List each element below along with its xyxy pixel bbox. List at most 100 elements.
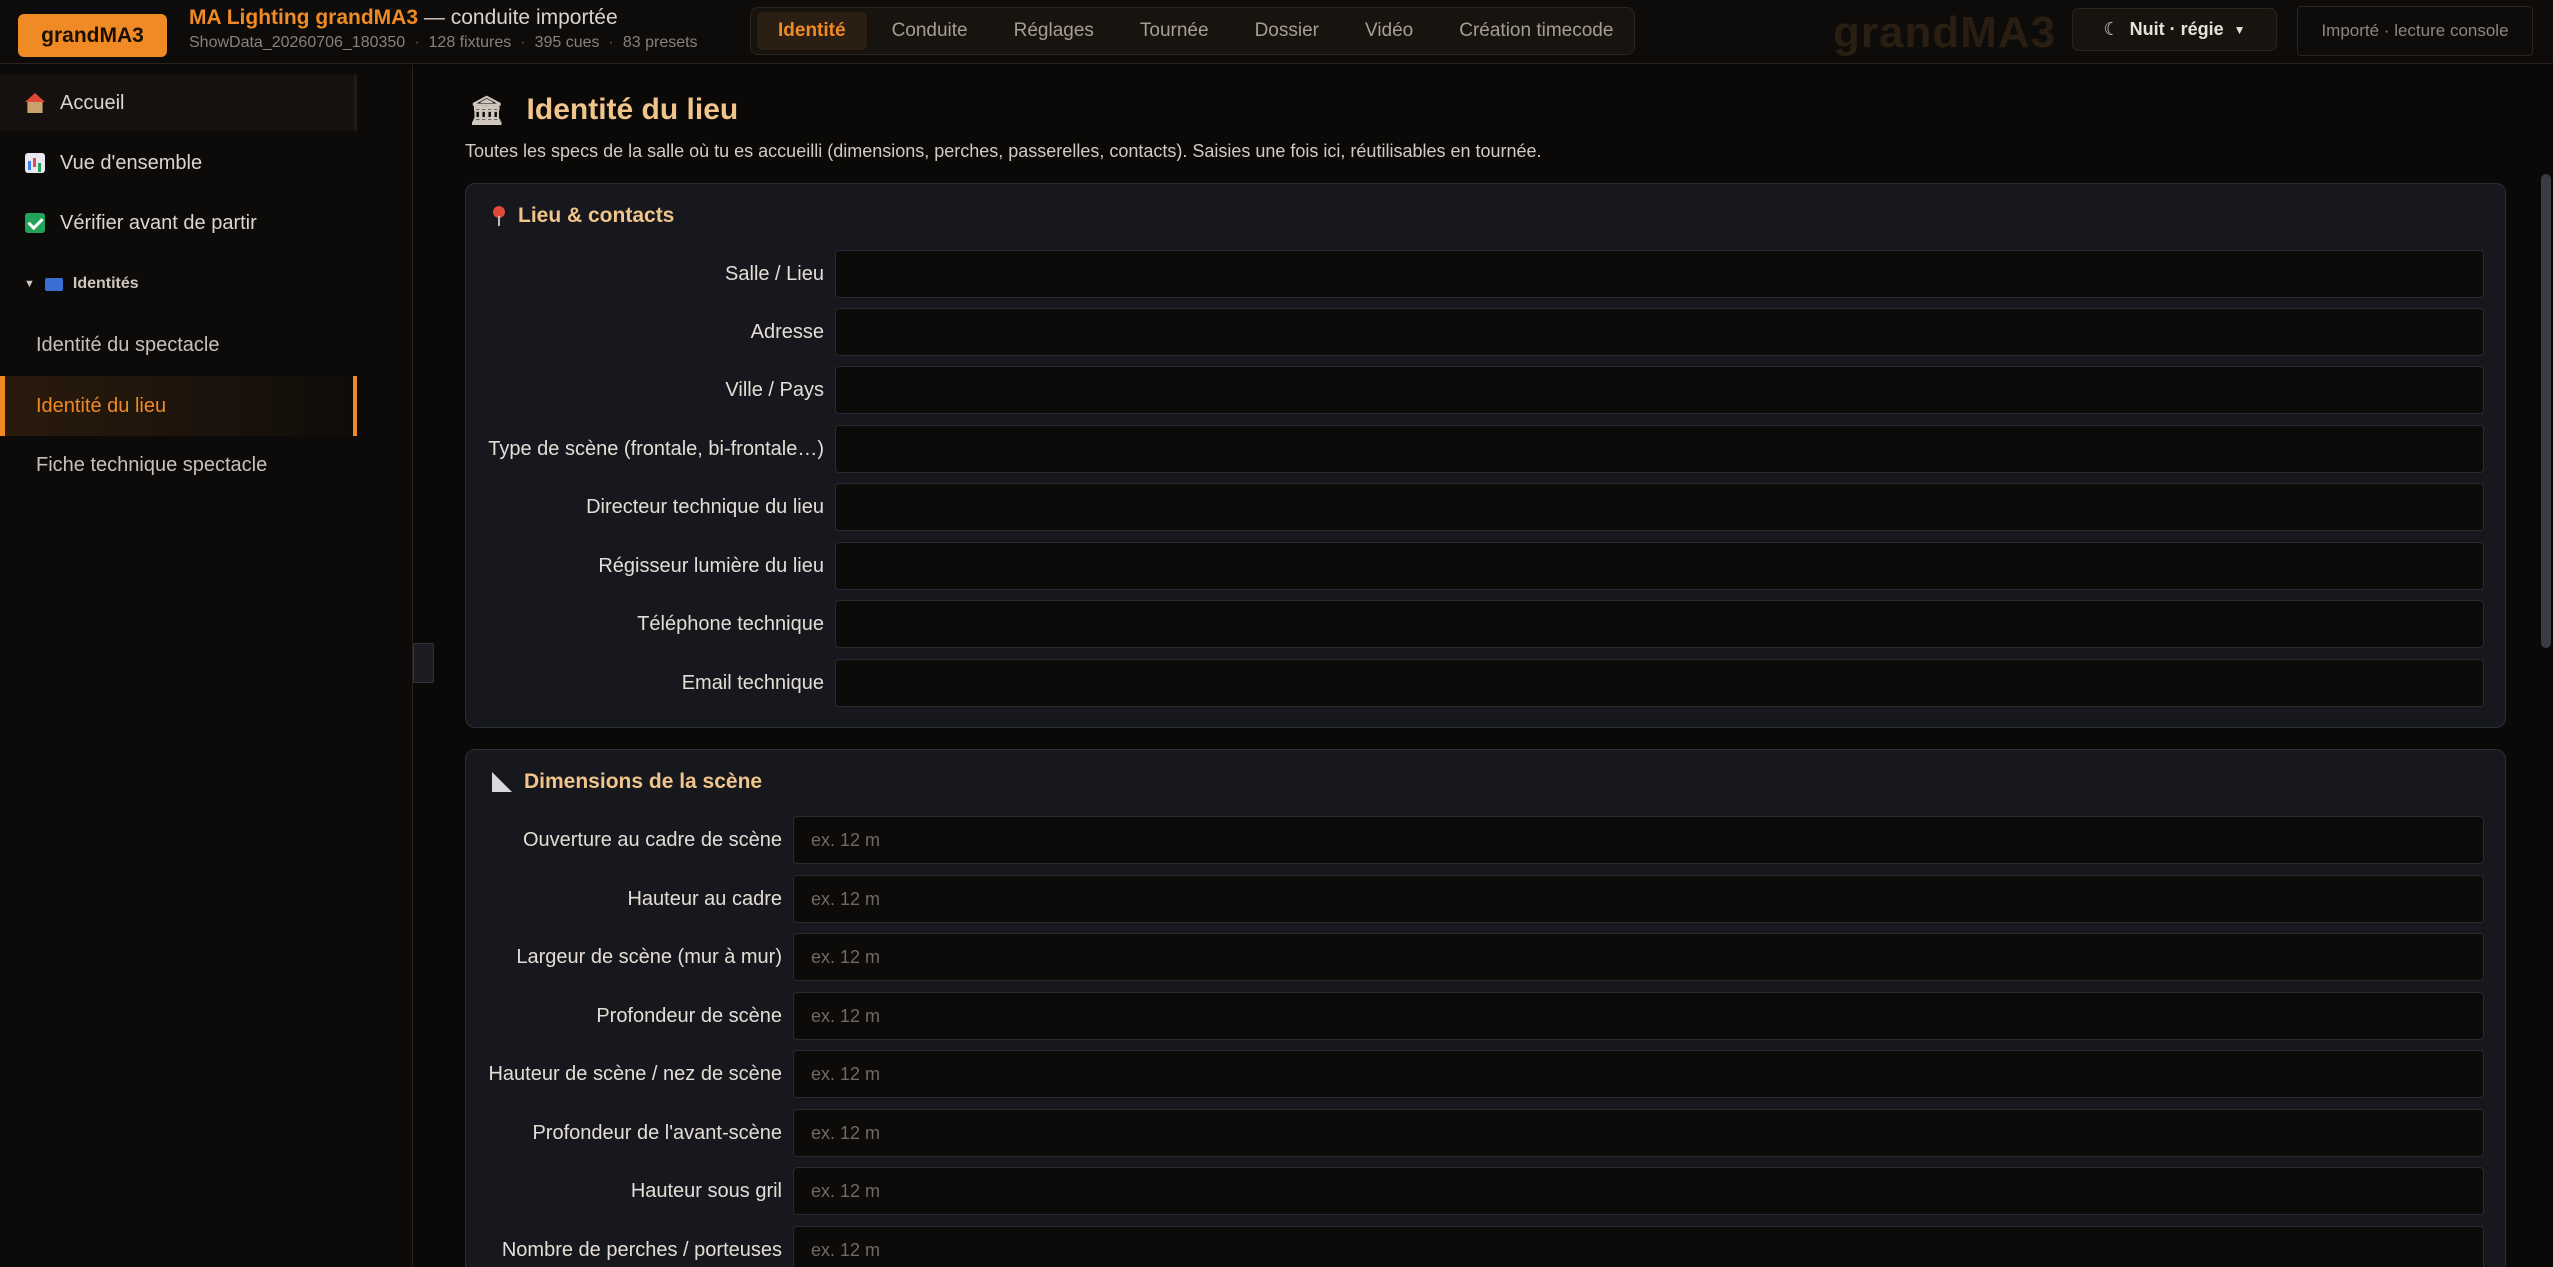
brand-button[interactable]: grandMA3 <box>18 14 167 57</box>
field-label: Ouverture au cadre de scène <box>522 828 782 851</box>
sidebar: Accueil Vue d'ensemble Vérifier avant de… <box>0 65 413 1267</box>
page-description: Toutes les specs de la salle où tu es ac… <box>465 141 1542 161</box>
field-label: Profondeur de l'avant-scène <box>532 1121 782 1144</box>
sidebar-item-identite-lieu[interactable]: Identité du lieu <box>0 376 357 436</box>
field-label: Régisseur lumière du lieu <box>598 554 824 577</box>
sidebar-item-label: Fiche technique spectacle <box>36 453 268 476</box>
brand-watermark: grandMA3 <box>1833 8 2057 57</box>
form-row-profondeur: Profondeur de scène <box>466 992 2505 1040</box>
theme-label: Nuit · régie <box>2129 19 2224 39</box>
form-row-salle: Salle / Lieu <box>466 250 2505 298</box>
tab-reglages[interactable]: Réglages <box>993 12 1115 50</box>
field-label: Salle / Lieu <box>725 262 824 285</box>
form-row-hauteur-scene: Hauteur de scène / nez de scène <box>466 1050 2505 1098</box>
import-status: Importé · lecture console <box>2297 6 2533 56</box>
hauteur-scene-field[interactable] <box>793 1050 2484 1098</box>
adresse-field[interactable] <box>835 308 2484 356</box>
form-row-largeur: Largeur de scène (mur à mur) <box>466 933 2505 981</box>
section-title: Lieu & contacts <box>492 204 674 228</box>
moon-icon: ☾ <box>2103 19 2120 39</box>
largeur-scene-field[interactable] <box>793 933 2484 981</box>
show-file: ShowData_20260706_180350 <box>189 34 406 51</box>
field-label: Hauteur au cadre <box>627 887 782 910</box>
sidebar-item-label: Vérifier avant de partir <box>60 211 257 234</box>
theme-selector[interactable]: ☾ Nuit · régie ▼ <box>2072 8 2277 51</box>
email-field[interactable] <box>835 659 2484 707</box>
field-label: Nombre de perches / porteuses <box>501 1238 782 1261</box>
form-row-regisseur: Régisseur lumière du lieu <box>466 542 2505 590</box>
field-label: Téléphone technique <box>637 612 824 635</box>
field-label: Profondeur de scène <box>596 1004 782 1027</box>
section-dimensions-scene: Dimensions de la scène Ouverture au cadr… <box>465 749 2506 1267</box>
nombre-perches-field[interactable] <box>793 1226 2484 1267</box>
caret-down-icon: ▼ <box>24 278 35 290</box>
show-meta: ShowData_20260706_180350 · 128 fixtures · 39… <box>189 34 698 51</box>
sidebar-group-identites[interactable]: ▼ Identités <box>24 275 139 293</box>
type-scene-field[interactable] <box>835 425 2484 473</box>
sidebar-item-label: Identité du spectacle <box>36 333 220 356</box>
sidebar-item-label: Identité du lieu <box>36 394 167 417</box>
field-label: Directeur technique du lieu <box>586 495 824 518</box>
field-label: Hauteur sous gril <box>630 1179 782 1202</box>
sidebar-item-vue-ensemble[interactable]: Vue d'ensemble <box>0 135 357 191</box>
field-label: Ville / Pays <box>725 378 824 401</box>
page-title: 🏛 Identité du lieu <box>469 93 738 127</box>
tab-identite[interactable]: Identité <box>757 12 867 50</box>
form-row-ville: Ville / Pays <box>466 366 2505 414</box>
ouverture-cadre-field[interactable] <box>793 816 2484 864</box>
telephone-field[interactable] <box>835 600 2484 648</box>
section-lieu-contacts: Lieu & contacts Salle / Lieu Adresse Vil… <box>465 183 2506 728</box>
sidebar-item-accueil[interactable]: Accueil <box>0 75 357 131</box>
form-row-ouverture: Ouverture au cadre de scène <box>466 816 2505 864</box>
form-row-avant-scene: Profondeur de l'avant-scène <box>466 1109 2505 1157</box>
form-row-telephone: Téléphone technique <box>466 600 2505 648</box>
form-row-hauteur-gril: Hauteur sous gril <box>466 1167 2505 1215</box>
scrollbar-thumb[interactable] <box>2541 174 2551 648</box>
fixture-count: 128 fixtures <box>428 34 512 51</box>
field-label: Largeur de scène (mur à mur) <box>516 945 782 968</box>
preset-count: 83 presets <box>622 34 698 51</box>
profondeur-avant-scene-field[interactable] <box>793 1109 2484 1157</box>
sidebar-item-label: Accueil <box>60 91 125 114</box>
main-content: 🏛 Identité du lieu Toutes les specs de l… <box>414 65 2539 1267</box>
tab-creation-timecode[interactable]: Création timecode <box>1438 12 1634 50</box>
pin-icon <box>492 206 506 226</box>
sidebar-item-verifier[interactable]: Vérifier avant de partir <box>0 195 357 251</box>
tab-conduite[interactable]: Conduite <box>871 12 989 50</box>
profondeur-scene-field[interactable] <box>793 992 2484 1040</box>
section-title-text: Lieu & contacts <box>518 204 675 227</box>
ville-pays-field[interactable] <box>835 366 2484 414</box>
tab-video[interactable]: Vidéo <box>1344 12 1434 50</box>
section-title: Dimensions de la scène <box>492 770 762 794</box>
field-label: Email technique <box>681 671 824 694</box>
form-row-email: Email technique <box>466 659 2505 707</box>
form-row-hauteur-cadre: Hauteur au cadre <box>466 875 2505 923</box>
hauteur-gril-field[interactable] <box>793 1167 2484 1215</box>
home-icon <box>25 93 45 113</box>
field-label: Type de scène (frontale, bi-frontale…) <box>488 437 824 460</box>
hauteur-cadre-field[interactable] <box>793 875 2484 923</box>
app-title: MA Lighting grandMA3 — conduite importée <box>189 6 618 30</box>
app-title-suffix: — conduite importée <box>423 6 618 29</box>
regisseur-lumiere-field[interactable] <box>835 542 2484 590</box>
tab-dossier[interactable]: Dossier <box>1234 12 1340 50</box>
tab-tournee[interactable]: Tournée <box>1119 12 1230 50</box>
sidebar-item-fiche-technique[interactable]: Fiche technique spectacle <box>0 437 357 493</box>
form-row-directeur: Directeur technique du lieu <box>466 483 2505 531</box>
field-label: Hauteur de scène / nez de scène <box>488 1062 782 1085</box>
bank-icon: 🏛 <box>469 94 505 126</box>
salle-lieu-field[interactable] <box>835 250 2484 298</box>
form-row-perches: Nombre de perches / porteuses <box>466 1226 2505 1267</box>
sidebar-item-identite-spectacle[interactable]: Identité du spectacle <box>0 317 357 373</box>
directeur-technique-field[interactable] <box>835 483 2484 531</box>
section-title-text: Dimensions de la scène <box>524 770 763 793</box>
main-scrollbar[interactable] <box>2539 168 2553 1267</box>
id-card-icon <box>44 277 63 291</box>
form-row-type-scene: Type de scène (frontale, bi-frontale…) <box>466 425 2505 473</box>
ruler-icon <box>492 772 512 792</box>
sidebar-item-label: Vue d'ensemble <box>60 151 203 174</box>
sidebar-group-label: Identités <box>72 275 139 292</box>
chevron-down-icon: ▼ <box>2233 22 2246 37</box>
cue-count: 395 cues <box>534 34 600 51</box>
app-title-main: MA Lighting grandMA3 <box>189 6 419 29</box>
